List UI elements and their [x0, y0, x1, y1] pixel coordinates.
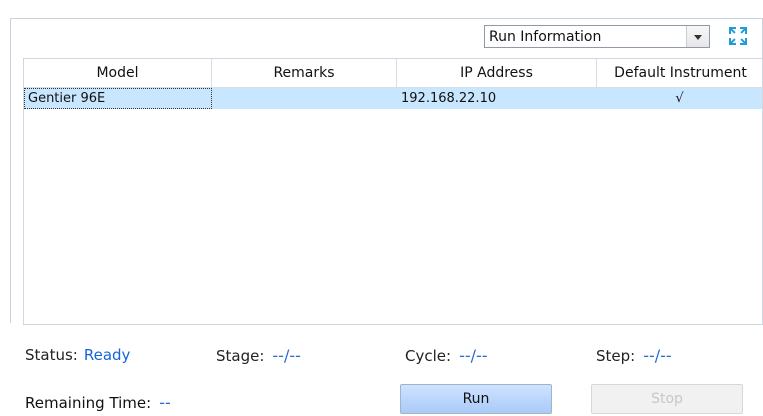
stage-display: Stage: --/--: [216, 346, 301, 365]
step-label: Step:: [596, 347, 636, 365]
run-information-select[interactable]: Run Information: [484, 25, 710, 48]
cycle-display: Cycle: --/--: [405, 346, 488, 365]
cell-model[interactable]: Gentier 96E: [24, 88, 212, 109]
column-default-instrument[interactable]: Default Instrument: [597, 59, 763, 87]
status-value: Ready: [83, 346, 131, 364]
cycle-value: --/--: [459, 346, 488, 365]
step-display: Step: --/--: [596, 346, 672, 365]
stage-value: --/--: [272, 346, 301, 365]
status-label: Status:: [25, 346, 78, 364]
run-button[interactable]: Run: [400, 384, 552, 414]
table-header: Model Remarks IP Address Default Instrum…: [24, 59, 763, 88]
column-ip-address[interactable]: IP Address: [397, 59, 597, 87]
chevron-down-icon[interactable]: [686, 26, 709, 47]
cell-ip-address[interactable]: 192.168.22.10: [397, 88, 597, 109]
expand-icon[interactable]: [726, 24, 750, 48]
instrument-table: Model Remarks IP Address Default Instrum…: [23, 58, 763, 325]
stage-label: Stage:: [216, 347, 265, 365]
remaining-time-value: --: [159, 393, 171, 412]
column-remarks[interactable]: Remarks: [212, 59, 397, 87]
panel-left-border: [10, 18, 11, 323]
remaining-time-label: Remaining Time:: [25, 394, 152, 412]
column-model[interactable]: Model: [24, 59, 212, 87]
cell-default-instrument[interactable]: √: [597, 88, 762, 109]
run-information-select-value: Run Information: [489, 29, 602, 45]
table-row[interactable]: Gentier 96E 192.168.22.10 √: [24, 88, 762, 109]
cycle-label: Cycle:: [405, 347, 452, 365]
step-value: --/--: [643, 346, 672, 365]
remaining-time-display: Remaining Time: --: [25, 393, 171, 412]
stop-button[interactable]: Stop: [591, 384, 743, 414]
status-display: Status: Ready: [25, 346, 130, 364]
panel-top-border: [10, 18, 763, 19]
cell-remarks[interactable]: [212, 88, 397, 109]
